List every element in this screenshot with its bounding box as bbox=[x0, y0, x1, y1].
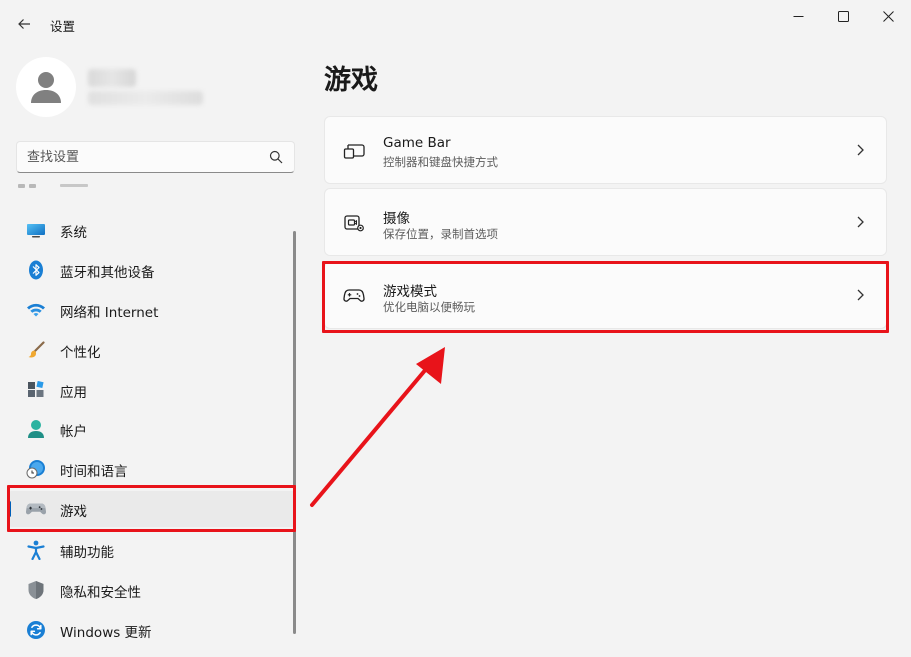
page-title: 游戏 bbox=[324, 65, 378, 96]
profile-name bbox=[88, 69, 136, 87]
brush-icon bbox=[26, 340, 46, 360]
sidebar-item-label: 时间和语言 bbox=[60, 464, 128, 480]
sidebar-item-label: 个性化 bbox=[60, 345, 101, 361]
search-box bbox=[16, 141, 295, 173]
update-icon bbox=[26, 620, 46, 640]
shield-icon bbox=[26, 580, 46, 600]
capture-icon bbox=[343, 213, 365, 233]
sidebar-item-label: 系统 bbox=[60, 225, 87, 241]
maximize-button[interactable] bbox=[820, 0, 866, 32]
sidebar-item-accounts[interactable]: 帐户 bbox=[8, 411, 296, 447]
sidebar-item-label: 隐私和安全性 bbox=[60, 585, 141, 601]
sidebar-item-accessibility[interactable]: 辅助功能 bbox=[8, 532, 296, 568]
system-icon bbox=[26, 220, 46, 240]
sidebar-item-partial bbox=[18, 184, 88, 188]
time-language-icon bbox=[26, 459, 46, 479]
user-icon bbox=[31, 72, 61, 103]
card-title: Game Bar bbox=[383, 135, 451, 151]
card-subtitle: 控制器和键盘快捷方式 bbox=[383, 155, 498, 169]
chevron-right-icon bbox=[857, 216, 864, 228]
game-bar-icon bbox=[343, 141, 365, 161]
arrow-annotation-icon bbox=[310, 347, 445, 507]
sidebar-item-label: 蓝牙和其他设备 bbox=[60, 265, 155, 281]
back-arrow-icon bbox=[18, 19, 30, 29]
title-bar: 设置 bbox=[0, 0, 911, 48]
close-button[interactable] bbox=[865, 0, 911, 32]
close-icon bbox=[882, 10, 894, 22]
sidebar-item-network[interactable]: 网络和 Internet bbox=[8, 292, 296, 328]
sidebar-item-bluetooth[interactable]: 蓝牙和其他设备 bbox=[8, 252, 296, 288]
chevron-right-icon bbox=[857, 289, 864, 301]
apps-icon bbox=[26, 380, 46, 400]
wifi-icon bbox=[26, 300, 46, 320]
card-title: 摄像 bbox=[383, 211, 410, 227]
sidebar-scrollbar[interactable] bbox=[293, 231, 296, 634]
settings-window: 设置 系统 bbox=[0, 0, 911, 657]
card-title: 游戏模式 bbox=[383, 284, 437, 300]
sidebar-item-label: 网络和 Internet bbox=[60, 305, 159, 321]
chevron-right-icon bbox=[857, 144, 864, 156]
sidebar-item-gaming[interactable]: 游戏 bbox=[8, 491, 296, 527]
search-input[interactable] bbox=[17, 143, 257, 171]
back-button[interactable] bbox=[10, 10, 38, 38]
search-icon[interactable] bbox=[269, 150, 283, 164]
game-mode-icon bbox=[343, 286, 365, 306]
account-icon bbox=[26, 419, 46, 439]
card-captures[interactable]: 摄像 保存位置，录制首选项 bbox=[324, 188, 887, 256]
sidebar-item-label: 应用 bbox=[60, 385, 87, 401]
sidebar-item-system[interactable]: 系统 bbox=[8, 212, 296, 248]
minimize-button[interactable] bbox=[775, 0, 821, 32]
sidebar-item-personalization[interactable]: 个性化 bbox=[8, 332, 296, 368]
profile-email bbox=[88, 91, 203, 105]
accessibility-icon bbox=[26, 540, 46, 560]
sidebar-item-label: 游戏 bbox=[60, 504, 87, 520]
card-subtitle: 保存位置，录制首选项 bbox=[383, 227, 498, 241]
card-subtitle: 优化电脑以便畅玩 bbox=[383, 300, 475, 314]
sidebar-item-privacy[interactable]: 隐私和安全性 bbox=[8, 572, 296, 608]
card-game-mode[interactable]: 游戏模式 优化电脑以便畅玩 bbox=[324, 261, 887, 329]
sidebar-item-apps[interactable]: 应用 bbox=[8, 372, 296, 408]
minimize-icon bbox=[793, 15, 803, 17]
sidebar-item-label: 辅助功能 bbox=[60, 545, 114, 561]
avatar[interactable] bbox=[16, 57, 76, 117]
gamepad-icon bbox=[26, 499, 46, 519]
sidebar-item-label: Windows 更新 bbox=[60, 625, 152, 641]
sidebar-item-windows-update[interactable]: Windows 更新 bbox=[8, 612, 296, 648]
app-title: 设置 bbox=[50, 19, 76, 34]
sidebar-item-label: 帐户 bbox=[60, 424, 87, 440]
bluetooth-icon bbox=[26, 260, 46, 280]
sidebar-item-time-language[interactable]: 时间和语言 bbox=[8, 451, 296, 487]
card-game-bar[interactable]: Game Bar 控制器和键盘快捷方式 bbox=[324, 116, 887, 184]
maximize-icon bbox=[837, 10, 849, 22]
